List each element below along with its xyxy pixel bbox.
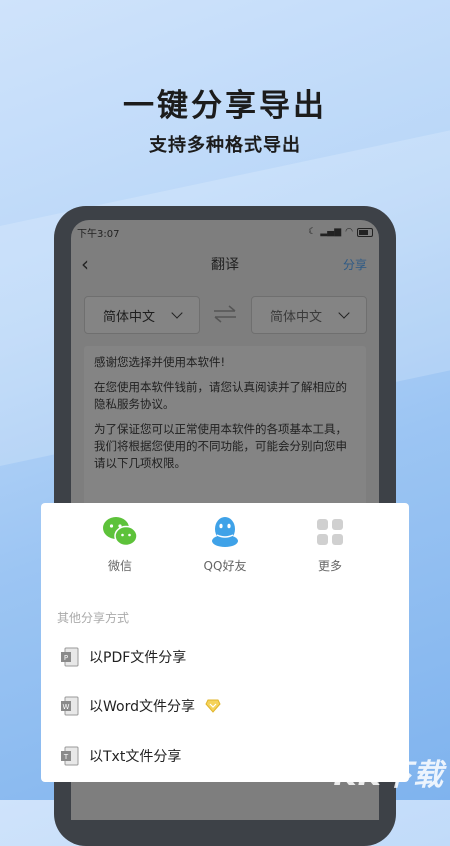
word-file-icon: W	[61, 696, 79, 716]
status-bar: 下午3:07 ☾ ▂▄▆ ◠	[77, 224, 373, 240]
share-qq-label: QQ好友	[203, 559, 247, 573]
status-icons: ☾ ▂▄▆ ◠	[308, 227, 373, 237]
chevron-down-icon	[171, 307, 183, 319]
share-sheet: 微信 QQ好友 更多 其他分享方式 P 以PDF文件分享 W 以Word文件分享…	[41, 503, 409, 782]
battery-icon	[357, 227, 373, 237]
nav-bar: ‹ 翻译 分享	[71, 246, 379, 280]
svg-text:W: W	[63, 703, 70, 711]
share-link[interactable]: 分享	[343, 256, 367, 273]
other-share-header: 其他分享方式	[57, 611, 130, 625]
target-language-label: 简体中文	[269, 309, 322, 325]
target-language-select[interactable]: 简体中文	[251, 296, 367, 334]
vip-diamond-icon	[205, 699, 221, 713]
share-pdf-label: 以PDF文件分享	[89, 650, 187, 666]
share-qq-button[interactable]: QQ好友	[193, 515, 257, 574]
txt-file-icon: T	[61, 746, 79, 766]
share-word-label: 以Word文件分享	[89, 699, 195, 715]
status-time: 下午3:07	[77, 228, 120, 240]
svg-text:T: T	[63, 753, 69, 761]
share-txt-option[interactable]: T 以Txt文件分享	[61, 744, 181, 768]
share-wechat-label: 微信	[107, 559, 132, 573]
wifi-icon: ◠	[345, 227, 353, 237]
share-txt-label: 以Txt文件分享	[89, 749, 182, 765]
share-apps: 微信 QQ好友 更多	[41, 515, 409, 574]
share-word-option[interactable]: W 以Word文件分享	[61, 694, 221, 718]
share-pdf-option[interactable]: P 以PDF文件分享	[61, 645, 186, 669]
share-more-label: 更多	[317, 559, 342, 573]
signal-icon: ▂▄▆	[320, 227, 342, 237]
grid-icon	[317, 519, 343, 545]
share-wechat-button[interactable]: 微信	[88, 515, 152, 574]
watermark: KK下载	[333, 758, 444, 793]
page-title: 翻译	[211, 257, 239, 273]
moon-icon: ☾	[308, 227, 317, 237]
swap-icon[interactable]	[211, 304, 239, 324]
chevron-down-icon	[338, 307, 350, 319]
share-more-button[interactable]: 更多	[298, 515, 362, 574]
qq-icon	[212, 517, 238, 547]
hero-subtitle: 支持多种格式导出	[149, 135, 301, 156]
hero-title: 一键分享导出	[123, 88, 327, 124]
text-paragraph-1: 感谢您选择并使用本软件!	[94, 355, 226, 369]
text-paragraph-3: 为了保证您可以正常使用本软件的各项基本工具，我们将根据您使用的不同功能，可能会分…	[94, 422, 347, 470]
svg-text:P: P	[64, 654, 68, 662]
source-language-label: 简体中文	[102, 309, 155, 325]
pdf-file-icon: P	[61, 647, 79, 667]
source-language-select[interactable]: 简体中文	[84, 296, 200, 334]
text-paragraph-2: 在您使用本软件钱前，请您认真阅读并了解相应的隐私服务协议。	[94, 380, 347, 411]
wechat-icon	[103, 517, 138, 547]
